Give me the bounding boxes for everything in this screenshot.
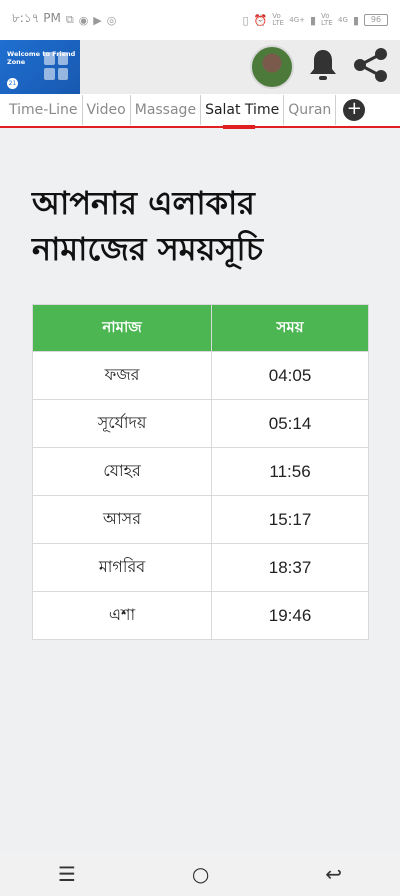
network-label: Vo LTE (272, 12, 284, 27)
back-icon[interactable]: ↩ (325, 862, 342, 886)
table-row: মাগরিব 18:37 (31, 543, 369, 592)
youtube-icon: ▶ (93, 13, 102, 27)
tab-bar: Time-Line Video Massage Salat Time Quran… (0, 94, 400, 129)
battery-icon: 96 (364, 14, 388, 26)
prayer-time: 05:14 (211, 399, 369, 448)
main-content: আপনার এলাকার নামাজের সময়সূচি নামাজ সময়… (31, 180, 369, 640)
prayer-time: 19:46 (211, 591, 369, 640)
tab-quran[interactable]: Quran (284, 95, 337, 125)
cast-icon: ⧉ (65, 13, 74, 26)
app-logo[interactable]: Welcome to Friend Zone 21 (0, 40, 80, 94)
prayer-name: সূর্যোদয় (31, 399, 213, 448)
add-tab-icon[interactable]: + (343, 99, 366, 121)
logo-graphic (44, 52, 68, 80)
signal-icon: ▮ (352, 13, 359, 27)
table-header-row: নামাজ সময় (31, 304, 369, 352)
network-label: Vo LTE (321, 12, 333, 27)
table-row: সূর্যোদয় 05:14 (31, 399, 369, 448)
tab-salat-time[interactable]: Salat Time (201, 95, 285, 129)
prayer-name: যোহর (31, 447, 213, 496)
prayer-time: 18:37 (211, 543, 369, 592)
prayer-name: আসর (31, 495, 213, 544)
page-title: আপনার এলাকার নামাজের সময়সূচি (32, 184, 263, 268)
table-row: এশা 19:46 (31, 591, 369, 640)
tab-timeline[interactable]: Time-Line (5, 95, 83, 125)
prayer-name: এশা (31, 591, 213, 640)
messenger-icon: ◉ (78, 13, 89, 27)
status-time: ৮:১৭ PM (12, 11, 61, 25)
status-bar: ৮:১৭ PM ⧉ ◉ ▶ ◎ ▯ ⏰ Vo LTE 4G+ ▮ Vo LTE … (0, 0, 400, 40)
prayer-time: 15:17 (211, 495, 369, 544)
prayer-name: মাগরিব (31, 543, 213, 592)
avatar[interactable] (250, 45, 294, 89)
prayer-time-table: নামাজ সময় ফজর 04:05 সূর্যোদয় 05:14 যোহ… (31, 304, 369, 640)
share-icon[interactable] (352, 47, 390, 87)
menu-icon[interactable]: ☰ (58, 862, 76, 886)
table-row: ফজর 04:05 (31, 351, 369, 400)
prayer-name: ফজর (31, 351, 213, 400)
vibrate-icon: ▯ (242, 13, 249, 27)
tab-video[interactable]: Video (83, 95, 131, 125)
prayer-time: 11:56 (211, 447, 369, 496)
signal-icon: ▮ (309, 13, 317, 27)
column-header-time: সময় (211, 304, 369, 352)
tab-massage[interactable]: Massage (131, 95, 202, 125)
network-label: 4G+ (289, 16, 305, 24)
column-header-prayer: নামাজ (31, 304, 213, 352)
table-row: আসর 15:17 (31, 495, 369, 544)
prayer-time: 04:05 (211, 351, 369, 400)
instagram-icon: ◎ (106, 13, 117, 27)
home-icon[interactable]: ○ (192, 862, 209, 886)
system-nav-bar: ☰ ○ ↩ (0, 852, 400, 896)
bell-icon[interactable] (308, 48, 338, 86)
app-header: Welcome to Friend Zone 21 (0, 40, 400, 94)
table-row: যোহর 11:56 (31, 447, 369, 496)
logo-badge: 21 (7, 78, 18, 89)
network-label: 4G (338, 16, 348, 24)
alarm-icon: ⏰ (253, 13, 268, 27)
